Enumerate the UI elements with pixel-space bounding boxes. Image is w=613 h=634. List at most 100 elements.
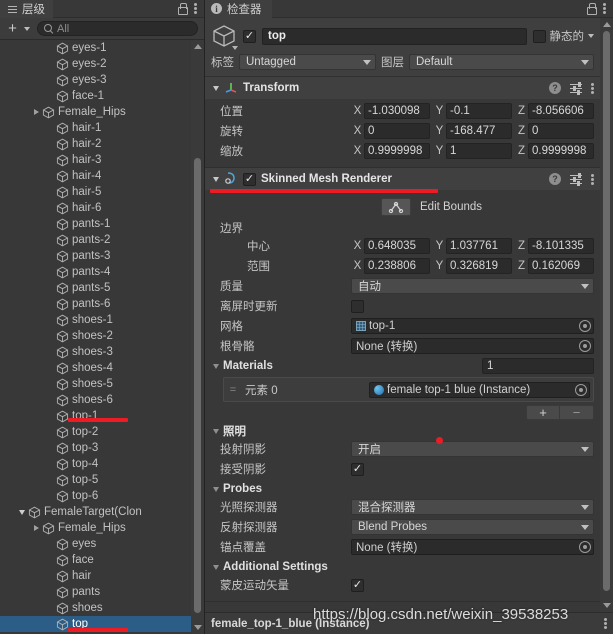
- hierarchy-scrollbar[interactable]: [191, 40, 204, 634]
- edit-bounds-button[interactable]: [381, 198, 411, 216]
- inspector-lock-icon[interactable]: [586, 3, 597, 15]
- root-bone-object-field[interactable]: None (转换): [351, 338, 594, 354]
- additional-settings-foldout-icon[interactable]: [213, 564, 219, 570]
- inspector-scrollbar[interactable]: [600, 18, 613, 612]
- smr-enabled-checkbox[interactable]: [243, 172, 256, 186]
- scale-x-field[interactable]: 0.9999998: [364, 143, 430, 159]
- mesh-object-field[interactable]: top-1: [351, 318, 594, 334]
- update-offscreen-checkbox[interactable]: [351, 299, 364, 313]
- hierarchy-row[interactable]: hair-6: [0, 200, 191, 216]
- add-material-button[interactable]: +: [526, 405, 560, 420]
- hierarchy-row[interactable]: pants-4: [0, 264, 191, 280]
- position-x-field[interactable]: -1.030098: [364, 103, 430, 119]
- hierarchy-row[interactable]: shoes-3: [0, 344, 191, 360]
- hierarchy-row[interactable]: pants-1: [0, 216, 191, 232]
- hierarchy-row[interactable]: Female_Hips: [0, 520, 191, 536]
- inspector-scroll-down-icon[interactable]: [600, 599, 613, 612]
- hierarchy-search-box[interactable]: [37, 21, 198, 36]
- anchor-override-object-field[interactable]: None (转换): [351, 539, 594, 555]
- tab-inspector[interactable]: i 检查器: [205, 0, 272, 18]
- expand-arrow-icon[interactable]: [30, 104, 42, 120]
- lock-icon[interactable]: [177, 3, 188, 15]
- transform-foldout-icon[interactable]: [213, 85, 219, 91]
- hierarchy-row[interactable]: pants-5: [0, 280, 191, 296]
- static-dropdown-icon[interactable]: [588, 34, 594, 38]
- skinned-motion-vectors-checkbox[interactable]: [351, 578, 364, 592]
- scale-z-field[interactable]: 0.9999998: [528, 143, 594, 159]
- hierarchy-row[interactable]: hair-1: [0, 120, 191, 136]
- scale-y-field[interactable]: 1: [446, 143, 512, 159]
- gameobject-icon[interactable]: [211, 23, 238, 50]
- hierarchy-row[interactable]: top-3: [0, 440, 191, 456]
- hierarchy-row[interactable]: pants: [0, 584, 191, 600]
- position-y-field[interactable]: -0.1: [446, 103, 512, 119]
- tab-hierarchy[interactable]: 层级: [0, 0, 53, 18]
- hierarchy-row[interactable]: hair-5: [0, 184, 191, 200]
- material-object-field[interactable]: female top-1 blue (Instance): [369, 381, 590, 398]
- bounds-extent-x-field[interactable]: 0.238806: [364, 258, 430, 274]
- probes-foldout[interactable]: Probes: [211, 480, 594, 498]
- probes-foldout-icon[interactable]: [213, 486, 219, 492]
- transform-header[interactable]: Transform ?: [205, 77, 600, 99]
- hierarchy-row[interactable]: shoes-2: [0, 328, 191, 344]
- hierarchy-row[interactable]: face: [0, 552, 191, 568]
- position-z-field[interactable]: -8.056606: [528, 103, 594, 119]
- lighting-foldout-icon[interactable]: [213, 428, 219, 434]
- bounds-center-z-field[interactable]: -8.101335: [528, 238, 594, 254]
- hierarchy-search-input[interactable]: [57, 22, 191, 35]
- rotation-z-field[interactable]: 0: [528, 123, 594, 139]
- add-dropdown-icon[interactable]: [24, 26, 30, 31]
- hierarchy-row[interactable]: shoes-4: [0, 360, 191, 376]
- scroll-up-arrow-icon[interactable]: [191, 40, 204, 53]
- preset-icon[interactable]: [570, 82, 582, 95]
- hierarchy-row[interactable]: shoes: [0, 600, 191, 616]
- bounds-extent-y-field[interactable]: 0.326819: [446, 258, 512, 274]
- inspector-scroll-up-icon[interactable]: [600, 18, 613, 31]
- materials-foldout-icon[interactable]: [213, 363, 219, 369]
- smr-foldout-icon[interactable]: [213, 176, 219, 182]
- expand-arrow-icon[interactable]: [30, 520, 42, 536]
- materials-foldout[interactable]: Materials 1: [211, 357, 594, 375]
- object-picker-icon[interactable]: [575, 383, 587, 396]
- hierarchy-row[interactable]: top-4: [0, 456, 191, 472]
- rotation-y-field[interactable]: -168.477: [446, 123, 512, 139]
- hierarchy-row[interactable]: top-2: [0, 424, 191, 440]
- inspector-kebab-menu-icon[interactable]: [603, 3, 606, 14]
- hierarchy-row[interactable]: shoes-5: [0, 376, 191, 392]
- object-picker-icon[interactable]: [579, 320, 591, 332]
- rotation-x-field[interactable]: 0: [364, 123, 430, 139]
- object-picker-icon[interactable]: [579, 340, 591, 352]
- hierarchy-row[interactable]: hair-2: [0, 136, 191, 152]
- hierarchy-row[interactable]: pants-6: [0, 296, 191, 312]
- component-menu-icon[interactable]: [591, 82, 594, 94]
- hierarchy-scroll-thumb[interactable]: [194, 158, 201, 613]
- lighting-foldout[interactable]: 照明: [211, 422, 594, 440]
- additional-settings-foldout[interactable]: Additional Settings: [211, 558, 594, 576]
- component-menu-icon[interactable]: [591, 173, 594, 185]
- materials-count-field[interactable]: 1: [482, 358, 594, 374]
- object-picker-icon[interactable]: [579, 541, 591, 553]
- bounds-center-y-field[interactable]: 1.037761: [446, 238, 512, 254]
- hierarchy-row[interactable]: top-5: [0, 472, 191, 488]
- quality-dropdown[interactable]: 自动: [351, 278, 594, 294]
- hierarchy-row[interactable]: eyes-1: [0, 40, 191, 56]
- hierarchy-row[interactable]: hair-3: [0, 152, 191, 168]
- bounds-center-x-field[interactable]: 0.648035: [364, 238, 430, 254]
- reflection-probes-dropdown[interactable]: Blend Probes: [351, 519, 594, 535]
- hierarchy-row[interactable]: FemaleTarget(Clon: [0, 504, 191, 520]
- receive-shadows-checkbox[interactable]: [351, 462, 364, 476]
- layer-dropdown[interactable]: Default: [409, 54, 594, 70]
- hierarchy-row[interactable]: hair: [0, 568, 191, 584]
- bounds-extent-z-field[interactable]: 0.162069: [528, 258, 594, 274]
- hierarchy-row[interactable]: shoes-6: [0, 392, 191, 408]
- cast-shadows-dropdown[interactable]: 开启: [351, 441, 594, 457]
- hierarchy-row[interactable]: pants-3: [0, 248, 191, 264]
- bottom-bar-menu-icon[interactable]: [604, 618, 607, 629]
- light-probes-dropdown[interactable]: 混合探测器: [351, 499, 594, 515]
- hierarchy-row[interactable]: pants-2: [0, 232, 191, 248]
- add-gameobject-button[interactable]: +: [4, 21, 21, 36]
- preset-icon[interactable]: [570, 173, 582, 186]
- hierarchy-row[interactable]: top-6: [0, 488, 191, 504]
- gameobject-active-checkbox[interactable]: [243, 29, 256, 43]
- skinned-mesh-renderer-header[interactable]: Skinned Mesh Renderer ?: [205, 168, 600, 190]
